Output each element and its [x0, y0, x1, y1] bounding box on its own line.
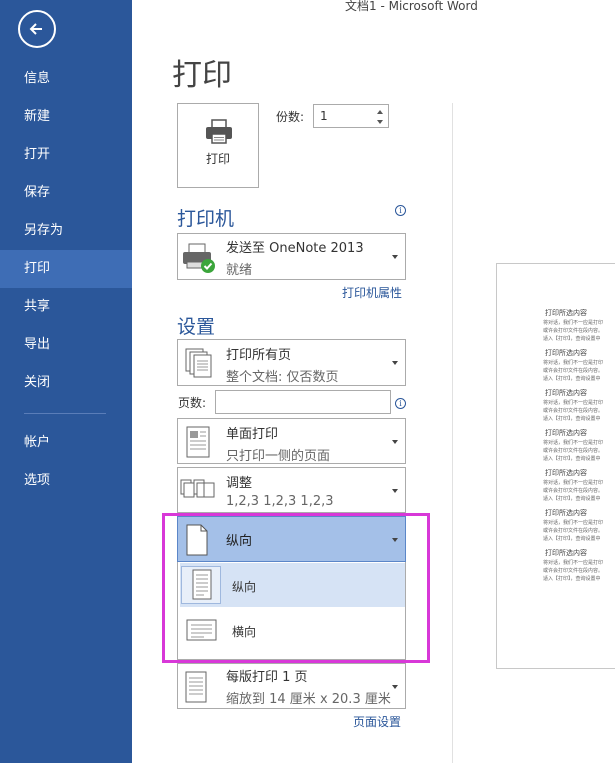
preview-text-line: 适入【打印】，查询设置中	[543, 376, 601, 382]
preview-text-line: 或许会打印文件在段内容。	[543, 488, 604, 494]
preview-text-line: 适入【打印】，查询设置中	[543, 336, 601, 342]
chevron-down-icon	[392, 489, 398, 493]
copies-spinner[interactable]: 1	[313, 104, 389, 128]
preview-text-line: 适入【打印】，查询设置中	[543, 496, 601, 502]
printer-properties-link[interactable]: 打印机属性	[342, 284, 402, 301]
preview-heading: 打印所选内容	[545, 309, 587, 317]
preview-text-line: 或许会打印文件在段内容。	[543, 448, 604, 454]
nav-divider	[24, 413, 106, 414]
preview-text-line: 适入【打印】，查询设置中	[543, 456, 601, 462]
nav-account[interactable]: 帐户	[0, 424, 132, 462]
pages-per-sheet-main: 每版打印 1 页	[226, 670, 308, 685]
nav-save-as[interactable]: 另存为	[0, 212, 132, 250]
nav-new[interactable]: 新建	[0, 98, 132, 136]
preview-heading: 打印所选内容	[545, 469, 587, 477]
copies-label: 份数:	[276, 110, 305, 124]
print-range-sub: 整个文档: 仅否数页	[226, 370, 339, 385]
info-icon[interactable]: i	[395, 398, 406, 409]
print-button[interactable]: 打印	[177, 103, 259, 188]
preview-text-line: 或许会打印文件在段内容。	[543, 408, 604, 414]
preview-text-line: 适入【打印】，查询设置中	[543, 536, 601, 542]
print-range-dropdown[interactable]: 打印所有页 整个文档: 仅否数页	[177, 339, 406, 386]
printer-section-title: 打印机	[177, 208, 235, 230]
collate-dropdown[interactable]: 调整 1,2,3 1,2,3 1,2,3	[177, 467, 406, 513]
panel-divider	[452, 103, 453, 763]
print-button-label: 打印	[205, 152, 230, 166]
preview-heading: 打印所选内容	[545, 549, 587, 557]
sides-dropdown[interactable]: 单面打印 只打印一侧的页面	[177, 418, 406, 464]
back-arrow-icon[interactable]	[18, 10, 56, 48]
preview-heading: 打印所选内容	[545, 389, 587, 397]
chevron-down-icon	[392, 361, 398, 365]
single-page-icon	[185, 671, 207, 703]
printer-name: 发送至 OneNote 2013	[226, 241, 364, 256]
pages-per-sheet-dropdown[interactable]: 每版打印 1 页 缩放到 14 厘米 x 20.3 厘米	[177, 663, 406, 709]
preview-text-line: 或许会打印文件在段内容。	[543, 368, 604, 374]
preview-text-line: 将对话，我们不一应是打印	[543, 360, 604, 366]
all-pages-icon	[185, 348, 212, 378]
preview-text-line: 或许会打印文件在段内容。	[543, 528, 604, 534]
sides-main: 单面打印	[226, 427, 279, 442]
nav-print[interactable]: 打印	[0, 250, 132, 288]
pages-input[interactable]	[215, 390, 391, 414]
window-title: 文档1 - Microsoft Word	[345, 0, 478, 13]
preview-heading: 打印所选内容	[545, 429, 587, 437]
chevron-down-icon	[392, 440, 398, 444]
nav-open[interactable]: 打开	[0, 136, 132, 174]
page-setup-link[interactable]: 页面设置	[353, 713, 401, 730]
highlight-annotation	[162, 513, 430, 663]
preview-text-line: 或许会打印文件在段内容。	[543, 568, 604, 574]
sides-sub: 只打印一侧的页面	[226, 449, 331, 464]
print-preview-page: 打印所选内容 将对话，我们不一应是打印 或许会打印文件在段内容。 适入【打印】，查询设…	[496, 263, 615, 669]
nav-info[interactable]: 信息	[0, 60, 132, 98]
pages-label: 页数:	[178, 396, 207, 410]
preview-text-line: 将对话，我们不一应是打印	[543, 440, 604, 446]
nav-close[interactable]: 关闭	[0, 364, 132, 402]
preview-text-line: 将对话，我们不一应是打印	[543, 480, 604, 486]
single-sided-icon	[186, 426, 210, 458]
collate-sub: 1,2,3 1,2,3 1,2,3	[226, 494, 334, 509]
print-range-main: 打印所有页	[226, 348, 292, 363]
pages-per-sheet-sub: 缩放到 14 厘米 x 20.3 厘米	[226, 692, 391, 707]
backstage-sidebar: 信息 新建 打开 保存 另存为 打印 共享 导出 关闭 帐户 选项	[0, 0, 132, 763]
page-title: 打印	[172, 58, 232, 93]
printer-icon	[206, 119, 232, 144]
preview-heading: 打印所选内容	[545, 349, 587, 357]
preview-heading: 打印所选内容	[545, 509, 587, 517]
nav-export[interactable]: 导出	[0, 326, 132, 364]
nav-save[interactable]: 保存	[0, 174, 132, 212]
preview-text-line: 将对话，我们不一应是打印	[543, 320, 604, 326]
info-icon[interactable]: i	[395, 205, 406, 216]
printer-dropdown[interactable]: 发送至 OneNote 2013 就绪	[177, 233, 406, 280]
nav-options[interactable]: 选项	[0, 462, 132, 500]
collate-main: 调整	[226, 476, 253, 491]
collate-icon	[180, 479, 215, 498]
preview-text-line: 或许会打印文件在段内容。	[543, 328, 604, 334]
preview-text-line: 将对话，我们不一应是打印	[543, 400, 604, 406]
spin-up-icon[interactable]	[375, 107, 385, 117]
chevron-down-icon	[392, 255, 398, 259]
preview-text-line: 将对话，我们不一应是打印	[543, 520, 604, 526]
printer-status: 就绪	[226, 263, 253, 278]
preview-text-line: 适入【打印】，查询设置中	[543, 576, 601, 582]
copies-value: 1	[320, 109, 328, 123]
preview-text-line: 将对话，我们不一应是打印	[543, 560, 604, 566]
printer-device-icon	[183, 243, 215, 273]
settings-section-title: 设置	[177, 316, 216, 338]
chevron-down-icon	[392, 685, 398, 689]
spin-down-icon[interactable]	[375, 117, 385, 127]
preview-text-line: 适入【打印】，查询设置中	[543, 416, 601, 422]
nav-share[interactable]: 共享	[0, 288, 132, 326]
